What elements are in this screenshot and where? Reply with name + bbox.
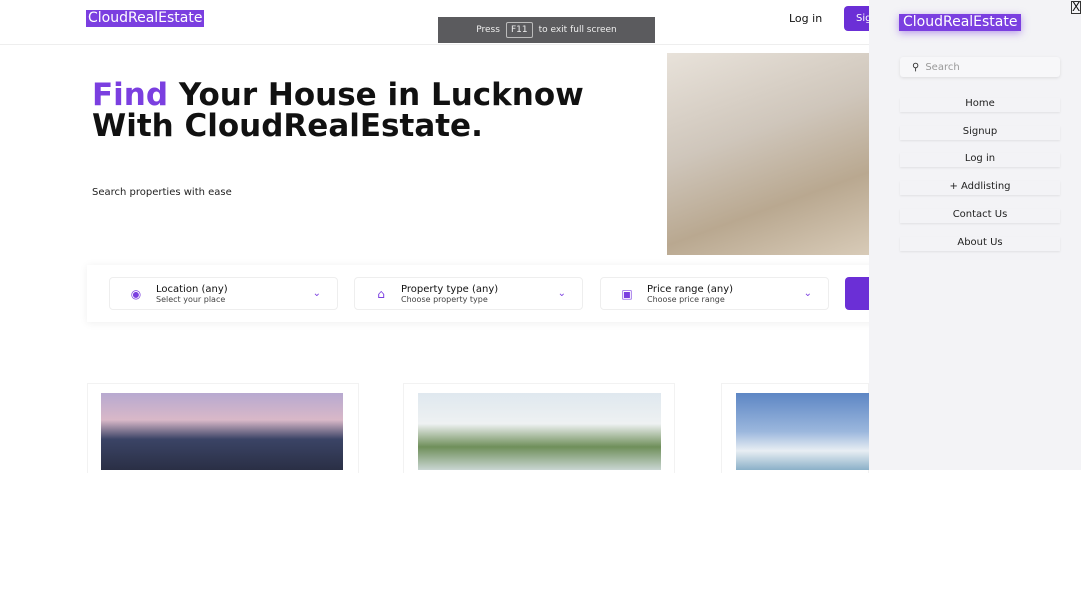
property-image — [736, 393, 869, 470]
sidebar-item-home[interactable]: Home — [900, 98, 1060, 112]
field-label: Price range (any) — [647, 283, 734, 295]
property-image — [101, 393, 343, 470]
sidebar-item-about[interactable]: About Us — [900, 237, 1060, 251]
search-icon: ⚲ — [912, 61, 920, 73]
notice-press: Press — [476, 25, 500, 35]
sidebar-item-addlisting[interactable]: + Addlisting — [900, 181, 1060, 195]
hero-image — [667, 53, 869, 255]
sidebar-search-input[interactable]: ⚲ Search — [900, 57, 1060, 77]
notice-key: F11 — [505, 22, 533, 38]
sidebar-item-login[interactable]: Log in — [900, 153, 1060, 167]
property-image — [418, 393, 661, 470]
notice-rest: to exit full screen — [538, 25, 617, 35]
fullscreen-notice: Press F11 to exit full screen — [438, 17, 655, 43]
house-icon: ⌂ — [377, 286, 385, 301]
login-link[interactable]: Log in — [789, 12, 822, 25]
location-select[interactable]: ◉ Location (any) Select your place ⌄ — [109, 277, 338, 310]
chevron-down-icon: ⌄ — [312, 288, 321, 299]
search-placeholder: Search — [925, 61, 960, 73]
field-hint: Choose price range — [647, 294, 725, 304]
field-label: Location (any) — [156, 283, 228, 295]
search-button[interactable] — [845, 277, 869, 310]
sidebar-item-contact[interactable]: Contact Us — [900, 209, 1060, 223]
sidebar-item-signup[interactable]: Signup — [900, 126, 1060, 140]
location-pin-icon: ◉ — [130, 286, 142, 301]
close-icon[interactable]: X — [1071, 1, 1081, 14]
hero-title: Find Your House in Lucknow With CloudRea… — [92, 80, 652, 142]
price-range-select[interactable]: ▣ Price range (any) Choose price range ⌄ — [600, 277, 829, 310]
field-label: Property type (any) — [401, 283, 499, 295]
field-hint: Select your place — [156, 294, 226, 304]
sidebar-logo[interactable]: CloudRealEstate — [899, 14, 1022, 31]
chevron-down-icon: ⌄ — [557, 288, 566, 299]
chevron-down-icon: ⌄ — [803, 288, 812, 299]
property-type-select[interactable]: ⌂ Property type (any) Choose property typ… — [354, 277, 583, 310]
header-divider — [0, 44, 869, 45]
hero-subtitle: Search properties with ease — [92, 187, 232, 198]
logo[interactable]: CloudRealEstate — [86, 10, 205, 27]
wallet-icon: ▣ — [621, 286, 633, 301]
field-hint: Choose property type — [401, 294, 488, 304]
